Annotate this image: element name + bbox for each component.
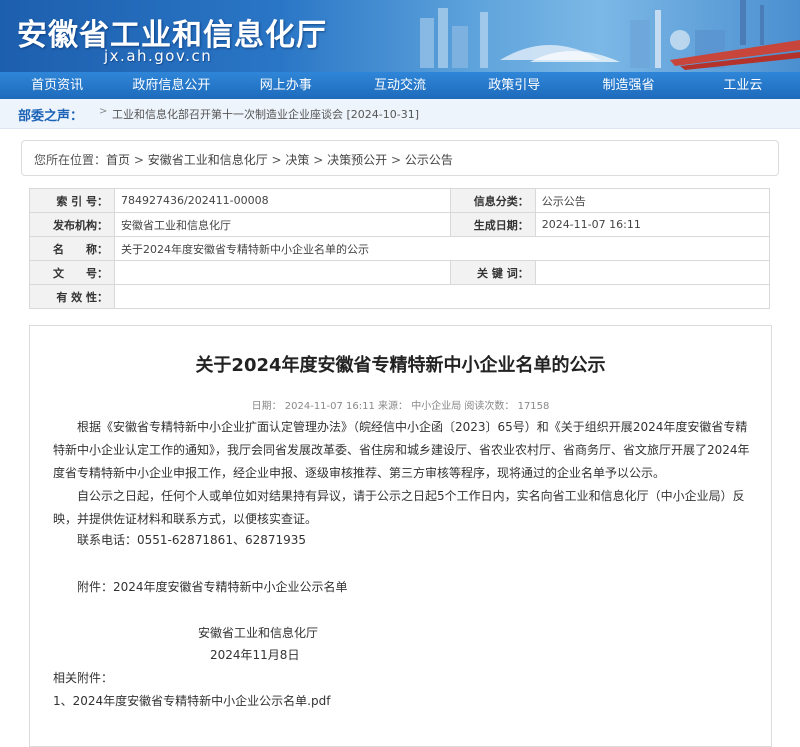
nav-item-industry-cloud[interactable]: 工业云 (686, 72, 800, 99)
breadcrumb-announcement[interactable]: 公示公告 (405, 153, 453, 167)
breadcrumb-department[interactable]: 安徽省工业和信息化厅 (148, 153, 268, 167)
index-label: 索 引 号： (29, 188, 115, 213)
article-title: 关于2024年度安徽省专精特新中小企业名单的公示 (195, 355, 606, 376)
breadcrumb-prefix: 您所在位置： (34, 153, 107, 167)
keyword-value (534, 260, 771, 285)
name-value: 关于2024年度安徽省专精特新中小企业名单的公示 (114, 236, 770, 261)
nav-item-home[interactable]: 首页资讯 (0, 72, 114, 99)
article-body: 关于2024年度安徽省专精特新中小企业名单的公示 日期： 2024-11-07 … (29, 325, 772, 747)
publisher-label: 发布机构： (29, 212, 115, 237)
nav-item-policy[interactable]: 政策引导 (457, 72, 571, 99)
ministry-notice-bar: 部委之声： > 工业和信息化部召开第十一次制造业企业座谈会 [2024-10-3… (0, 99, 800, 129)
article-paragraph-1: 根据《安徽省专精特新中小企业扩面认定管理办法》（皖经信中小企函〔2023〕65号… (53, 420, 750, 480)
category-value: 公示公告 (534, 188, 771, 213)
index-value: 784927436/202411-00008 (114, 188, 451, 213)
article-paragraph-2: 自公示之日起，任何个人或单位如对结果持有异议，请于公示之日起5个工作日内，实名向… (53, 489, 745, 526)
nav-item-online-service[interactable]: 网上办事 (229, 72, 343, 99)
main-nav: 首页资讯 政府信息公开 网上办事 互动交流 政策引导 制造强省 工业云 (0, 72, 800, 99)
docno-value (114, 260, 451, 285)
related-attachments-label: 相关附件： (53, 671, 114, 685)
document-info-table: 索 引 号： 784927436/202411-00008 信息分类： 公示公告… (29, 188, 771, 309)
name-label: 名 称： (29, 236, 115, 261)
docno-label: 文 号： (29, 260, 115, 285)
site-domain: jx.ah.gov.cn (104, 47, 213, 65)
publisher-value: 安徽省工业和信息化厅 (114, 212, 451, 237)
date-value: 2024-11-07 16:11 (534, 212, 771, 237)
keyword-label: 关 键 词： (449, 260, 536, 285)
city-skyline-graphic (420, 0, 800, 70)
validity-label: 有 效 性： (29, 284, 115, 309)
signature-date: 2024年11月8日 (210, 648, 300, 662)
breadcrumb-home[interactable]: 首页 (106, 153, 130, 167)
chevron-right-icon: > (99, 106, 108, 117)
signature-org: 安徽省工业和信息化厅 (198, 626, 319, 640)
contact-phone: 联系电话：0551-62871861、62871935 (77, 533, 307, 547)
validity-value (114, 284, 770, 309)
related-attachment-link[interactable]: 1、2024年度安徽省专精特新中小企业公示名单.pdf (53, 692, 330, 709)
breadcrumb-pre-disclosure[interactable]: 决策预公开 (327, 153, 387, 167)
date-label: 生成日期： (449, 212, 536, 237)
nav-item-manufacturing[interactable]: 制造强省 (571, 72, 685, 99)
breadcrumb-decision[interactable]: 决策 (285, 153, 309, 167)
breadcrumb-separator: > (309, 153, 328, 167)
notice-link[interactable]: 工业和信息化部召开第十一次制造业企业座谈会 [2024-10-31] (112, 106, 419, 122)
breadcrumb-separator: > (130, 153, 148, 167)
breadcrumb-separator: > (387, 153, 405, 167)
breadcrumb-separator: > (267, 153, 286, 167)
header-banner: 安徽省工业和信息化厅 jx.ah.gov.cn (0, 0, 800, 72)
nav-item-gov-info[interactable]: 政府信息公开 (114, 72, 228, 99)
article-meta: 日期： 2024-11-07 16:11 来源： 中小企业局 阅读次数： 171… (251, 401, 550, 412)
category-label: 信息分类： (449, 188, 536, 213)
nav-item-interaction[interactable]: 互动交流 (343, 72, 457, 99)
notice-label: 部委之声： (18, 109, 84, 124)
breadcrumb: 您所在位置：首页 > 安徽省工业和信息化厅 > 决策 > 决策预公开 > 公示公… (21, 140, 779, 176)
attachment-note: 附件：2024年度安徽省专精特新中小企业公示名单 (77, 580, 348, 594)
